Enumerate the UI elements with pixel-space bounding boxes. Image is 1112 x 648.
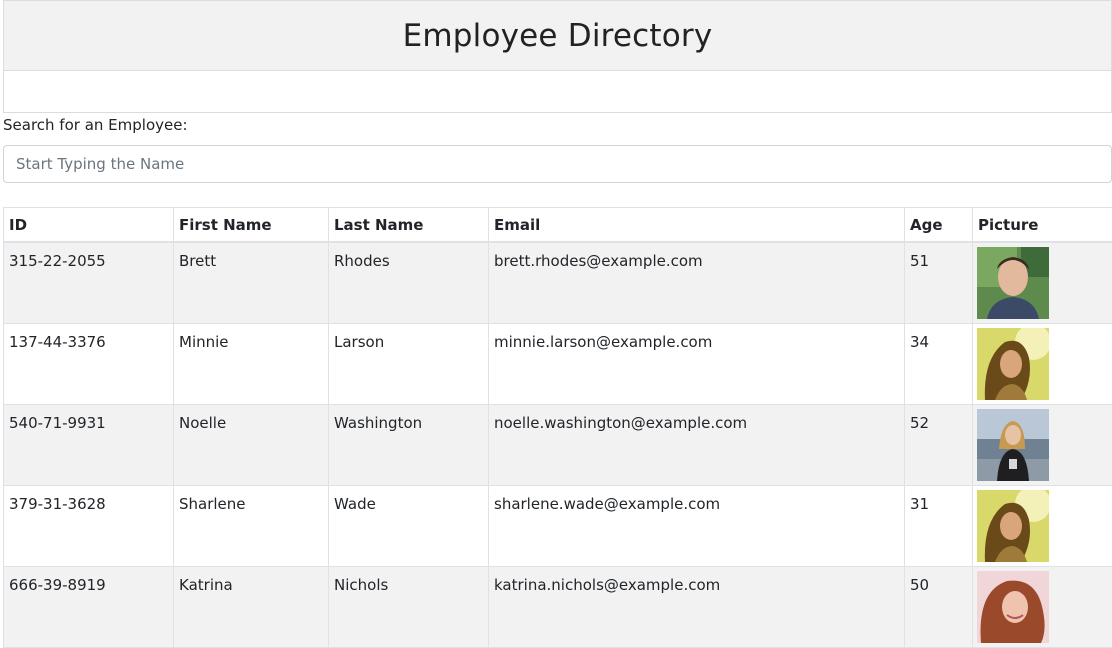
search-input[interactable] [3,145,1112,183]
cell-last-name: Rhodes [329,242,489,324]
employee-photo [977,247,1049,319]
cell-email: brett.rhodes@example.com [489,242,905,324]
cell-first-name: Brett [174,242,329,324]
cell-picture [973,567,1112,648]
cell-picture [973,405,1112,486]
cell-age: 50 [905,567,973,648]
table-row: 315-22-2055 Brett Rhodes brett.rhodes@ex… [4,242,1112,324]
table-row: 540-71-9931 Noelle Washington noelle.was… [4,405,1112,486]
header-spacer [3,71,1112,113]
search-label: Search for an Employee: [3,116,188,134]
table-header-row: ID First Name Last Name Email Age Pictur… [4,208,1112,243]
employee-photo [977,328,1049,400]
cell-age: 34 [905,324,973,405]
page-header: Employee Directory [3,0,1112,71]
cell-picture [973,324,1112,405]
page-title: Employee Directory [403,18,713,54]
cell-age: 52 [905,405,973,486]
cell-age: 31 [905,486,973,567]
column-header-age[interactable]: Age [905,208,973,243]
column-header-picture: Picture [973,208,1112,243]
cell-email: minnie.larson@example.com [489,324,905,405]
cell-id: 137-44-3376 [4,324,174,405]
employee-photo [977,409,1049,481]
cell-picture [973,242,1112,324]
employee-photo [977,490,1049,562]
cell-email: noelle.washington@example.com [489,405,905,486]
cell-email: katrina.nichols@example.com [489,567,905,648]
cell-last-name: Wade [329,486,489,567]
cell-last-name: Larson [329,324,489,405]
employee-table: ID First Name Last Name Email Age Pictur… [3,207,1112,648]
cell-last-name: Washington [329,405,489,486]
column-header-first-name[interactable]: First Name [174,208,329,243]
cell-id: 666-39-8919 [4,567,174,648]
cell-first-name: Katrina [174,567,329,648]
column-header-last-name[interactable]: Last Name [329,208,489,243]
cell-id: 315-22-2055 [4,242,174,324]
cell-first-name: Noelle [174,405,329,486]
table-row: 137-44-3376 Minnie Larson minnie.larson@… [4,324,1112,405]
employee-photo [977,571,1049,643]
cell-age: 51 [905,242,973,324]
cell-id: 540-71-9931 [4,405,174,486]
table-row: 379-31-3628 Sharlene Wade sharlene.wade@… [4,486,1112,567]
cell-last-name: Nichols [329,567,489,648]
table-row: 666-39-8919 Katrina Nichols katrina.nich… [4,567,1112,648]
cell-id: 379-31-3628 [4,486,174,567]
cell-first-name: Sharlene [174,486,329,567]
cell-email: sharlene.wade@example.com [489,486,905,567]
cell-picture [973,486,1112,567]
column-header-email[interactable]: Email [489,208,905,243]
column-header-id[interactable]: ID [4,208,174,243]
cell-first-name: Minnie [174,324,329,405]
